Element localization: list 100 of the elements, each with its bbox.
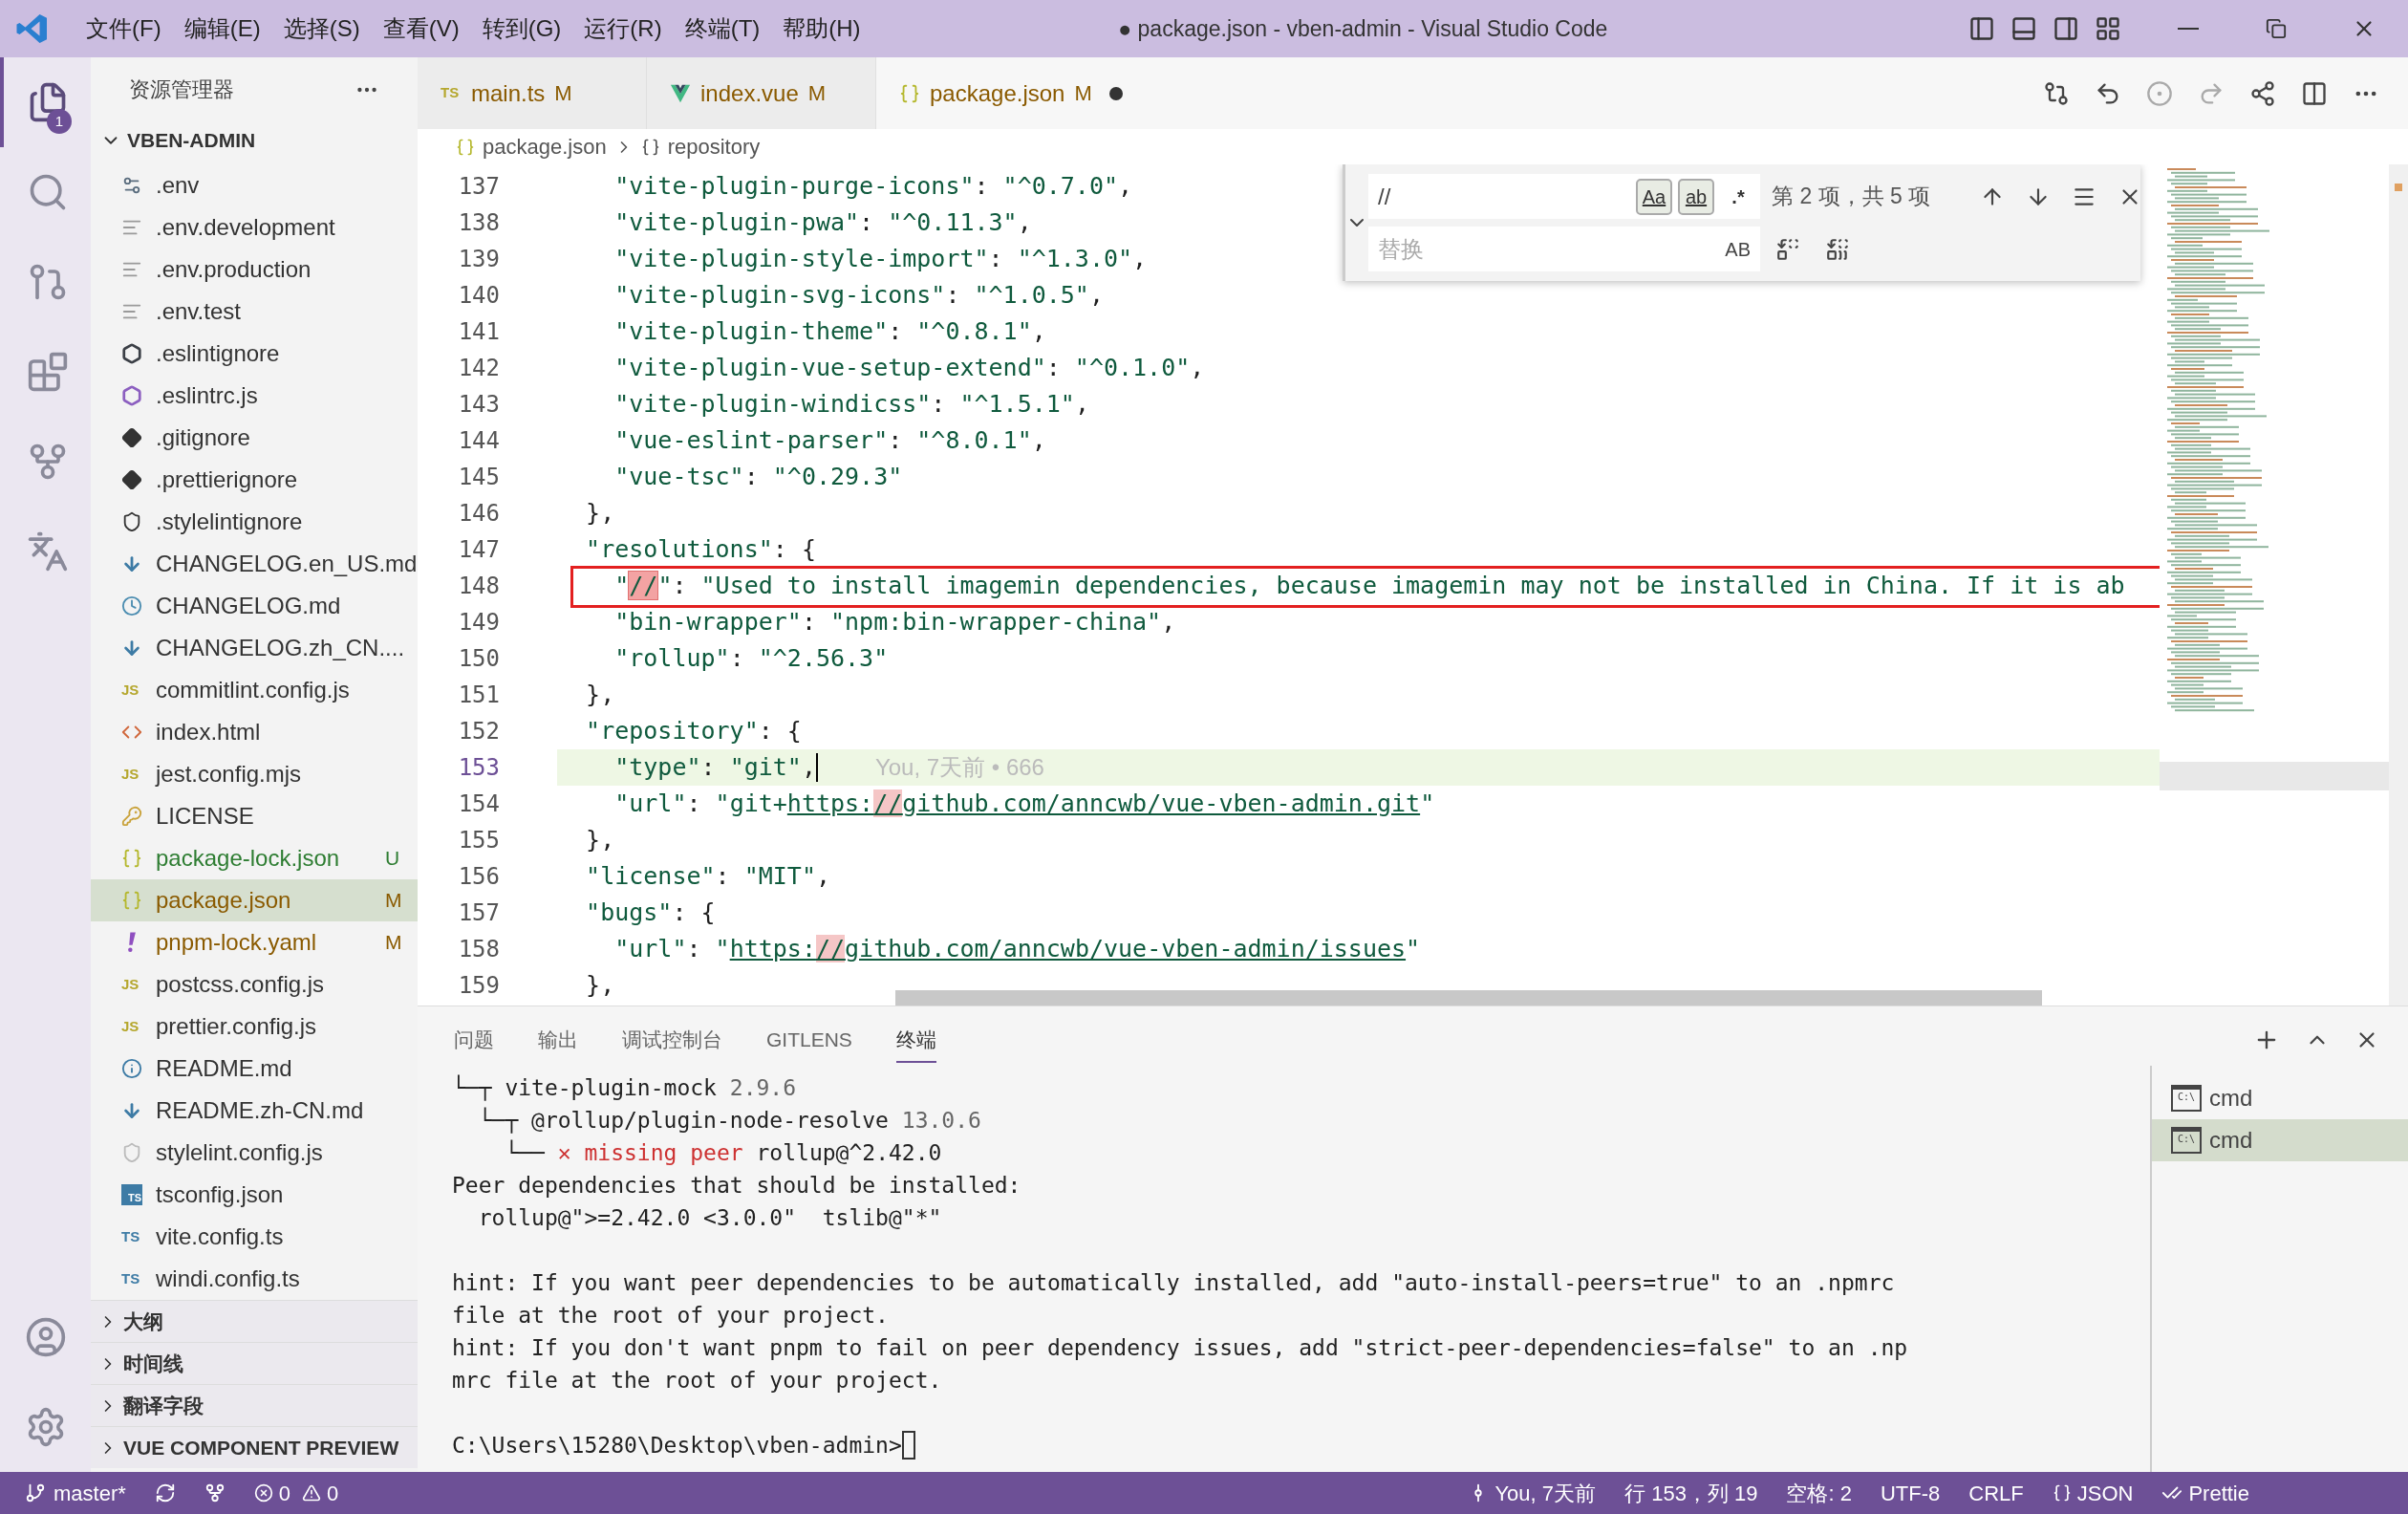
sync-icon[interactable] xyxy=(154,1482,176,1503)
line-number: 157 xyxy=(457,898,500,928)
menu-item[interactable]: 文件(F) xyxy=(75,11,173,46)
file-item[interactable]: JS postcss.config.js xyxy=(91,963,418,1006)
section-header[interactable]: 大纲 xyxy=(91,1300,418,1342)
file-item[interactable]: CHANGELOG.zh_CN.... xyxy=(91,627,418,669)
menu-item[interactable]: 帮助(H) xyxy=(771,11,872,46)
file-name: CHANGELOG.md xyxy=(156,592,342,620)
file-item[interactable]: TS vite.config.ts xyxy=(91,1216,418,1258)
section-header[interactable]: VUE COMPONENT PREVIEW xyxy=(91,1426,418,1468)
line-number: 148 xyxy=(457,572,500,601)
sidebar-title: 资源管理器 xyxy=(129,76,234,104)
file-item[interactable]: .stylelintignore xyxy=(91,501,418,543)
match-count: 第 2 项，共 5 项 xyxy=(1772,183,1931,211)
git-graph-icon[interactable] xyxy=(204,1482,226,1503)
menu-item[interactable]: 查看(V) xyxy=(371,11,471,46)
file-name: package.json xyxy=(156,886,292,915)
file-item[interactable]: LICENSE xyxy=(91,795,418,837)
line-number: 149 xyxy=(457,608,500,638)
terminal-line: └─┬ @rollup/plugin-node-resolve 13.0.6 xyxy=(477,1106,981,1136)
file-item[interactable]: .env xyxy=(91,164,418,206)
problems-indicator[interactable]: 0 0 xyxy=(253,1477,339,1509)
file-item[interactable]: .env.production xyxy=(91,249,418,291)
file-item[interactable]: pnpm-lock.yaml M xyxy=(91,921,418,963)
layout-icon[interactable] xyxy=(2095,15,2121,42)
panel-tab[interactable]: 问题 xyxy=(454,1017,494,1063)
replace-icon[interactable] xyxy=(1775,236,1800,262)
section-header[interactable]: 翻译字段 xyxy=(91,1384,418,1426)
toggle-sidebar-icon[interactable] xyxy=(1968,15,1995,42)
line-number: 156 xyxy=(457,862,500,892)
split-editor-icon[interactable] xyxy=(2301,79,2328,107)
panel-tab[interactable]: GITLENS xyxy=(766,1017,852,1063)
folder-header[interactable]: VBEN-ADMIN xyxy=(91,121,418,159)
file-name: .env.production xyxy=(156,255,312,284)
file-item[interactable]: .eslintrc.js xyxy=(91,375,418,417)
terminal-list-item[interactable]: C:\ cmd xyxy=(2152,1077,2408,1119)
line-number: 151 xyxy=(457,681,500,710)
file-item[interactable]: JS jest.config.mjs xyxy=(91,753,418,795)
menu-item[interactable]: 运行(R) xyxy=(572,11,674,46)
file-item[interactable]: JS commitlint.config.js xyxy=(91,669,418,711)
preserve-case-toggle[interactable]: AB xyxy=(1725,234,1751,264)
file-name: stylelint.config.js xyxy=(156,1138,324,1167)
editor-tab[interactable]: package.json M xyxy=(876,57,1163,129)
compare-changes-icon[interactable] xyxy=(2043,79,2070,107)
toggle-secondary-sidebar-icon[interactable] xyxy=(2053,15,2079,42)
branch-indicator[interactable]: master* xyxy=(25,1477,126,1509)
status-item[interactable]: UTF-8 xyxy=(1880,1477,1941,1509)
file-item[interactable]: TS windi.config.ts xyxy=(91,1258,418,1300)
file-item[interactable]: CHANGELOG.en_US.md xyxy=(91,543,418,585)
replace-input[interactable]: 替换 xyxy=(1378,231,1726,267)
file-item[interactable]: README.zh-CN.md xyxy=(91,1090,418,1132)
file-item[interactable]: package-lock.json U xyxy=(91,837,418,879)
status-item[interactable]: You, 7天前 xyxy=(1468,1477,1597,1509)
find-field[interactable]: // Aa ab .* xyxy=(1368,174,1760,219)
file-item[interactable]: CHANGELOG.md xyxy=(91,585,418,627)
line-number: 141 xyxy=(457,317,500,347)
panel-tab[interactable]: 输出 xyxy=(538,1017,578,1063)
circle-dot-icon[interactable] xyxy=(2146,79,2173,107)
menu-item[interactable]: 编辑(E) xyxy=(172,11,272,46)
menu-item[interactable]: 转到(G) xyxy=(470,11,573,46)
replace-all-icon[interactable] xyxy=(1825,236,1850,262)
find-option-toggle[interactable]: .* xyxy=(1720,178,1756,215)
shield-icon xyxy=(121,1142,142,1163)
panel-tab[interactable]: 终端 xyxy=(895,1017,936,1063)
menu-item[interactable]: 终端(T) xyxy=(673,11,772,46)
file-item[interactable]: package.json M xyxy=(91,879,418,921)
section-header[interactable]: 时间线 xyxy=(91,1342,418,1384)
file-item[interactable]: README.md xyxy=(91,1048,418,1090)
status-item[interactable]: CRLF xyxy=(1968,1477,2024,1509)
status-item[interactable]: Prettie xyxy=(2161,1477,2249,1509)
status-item[interactable]: 行 153，列 19 xyxy=(1624,1477,1758,1509)
file-item[interactable]: .eslintignore xyxy=(91,333,418,375)
file-item[interactable]: .gitignore xyxy=(91,417,418,459)
menu-item[interactable]: 选择(S) xyxy=(271,11,372,46)
find-option-toggle[interactable]: ab xyxy=(1678,178,1714,215)
extensions-icon xyxy=(26,351,69,393)
file-type-icon: JS xyxy=(121,973,142,996)
horizontal-scrollbar[interactable] xyxy=(895,990,2042,1006)
terminal-list-item[interactable]: C:\ cmd xyxy=(2152,1119,2408,1161)
toggle-panel-icon[interactable] xyxy=(2010,15,2037,42)
vertical-scrollbar[interactable] xyxy=(2389,164,2408,1006)
status-item[interactable]: JSON xyxy=(2052,1477,2134,1509)
file-item[interactable]: .env.test xyxy=(91,291,418,333)
code-line: "rollup": "^2.56.3" xyxy=(613,643,889,674)
breadcrumb[interactable]: repository xyxy=(667,131,761,162)
arrow-down-icon xyxy=(121,1100,142,1121)
file-item[interactable]: stylelint.config.js xyxy=(91,1132,418,1174)
breadcrumb[interactable]: package.json xyxy=(483,131,607,162)
file-item[interactable]: TS tsconfig.json xyxy=(91,1174,418,1216)
file-item[interactable]: index.html xyxy=(91,711,418,753)
file-item[interactable]: JS prettier.config.js xyxy=(91,1006,418,1048)
panel-tab[interactable]: 调试控制台 xyxy=(622,1017,722,1063)
git-status-label: M xyxy=(385,930,403,956)
line-number: 144 xyxy=(457,426,500,456)
replace-field[interactable]: 替换 AB xyxy=(1368,227,1760,271)
file-item[interactable]: .prettierignore xyxy=(91,459,418,501)
code-line: }, xyxy=(585,680,615,710)
file-item[interactable]: .env.development xyxy=(91,206,418,249)
find-option-toggle[interactable]: Aa xyxy=(1636,178,1672,215)
status-item[interactable]: 空格: 2 xyxy=(1786,1477,1852,1509)
